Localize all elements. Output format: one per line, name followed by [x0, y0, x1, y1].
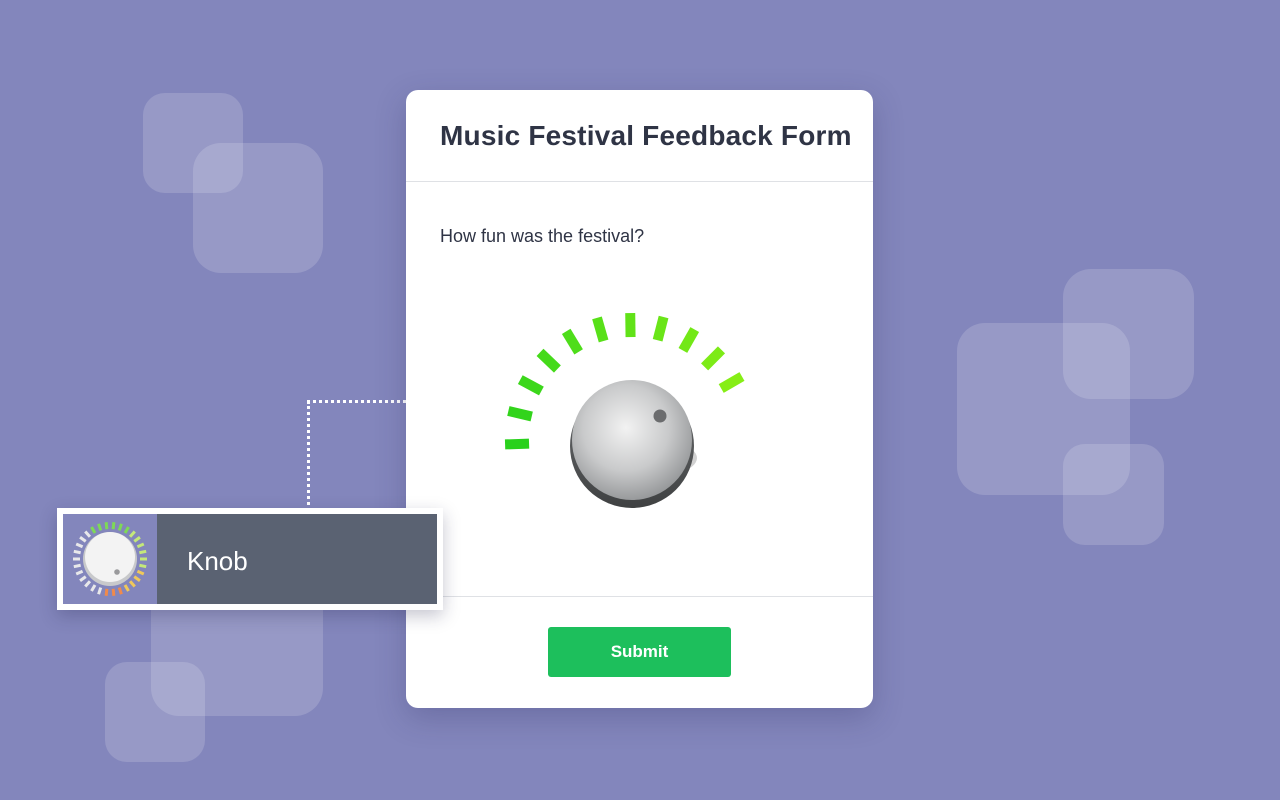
mini-knob-tick: [75, 569, 84, 576]
mini-knob-tick: [139, 563, 147, 569]
knob-tick: [504, 438, 530, 450]
mini-knob-tick: [136, 569, 145, 576]
mini-knob-tick: [75, 542, 84, 549]
knob-tick: [652, 315, 669, 342]
mini-knob-tick: [84, 530, 92, 538]
mini-knob-tick: [123, 584, 130, 592]
background-tile: [193, 143, 323, 273]
knob-tick: [561, 328, 583, 355]
mini-knob-tick: [111, 522, 116, 530]
widget-tag-label-box: Knob: [157, 514, 437, 604]
mini-knob-cap: [85, 532, 135, 582]
knob-graphic[interactable]: [481, 295, 781, 535]
mini-knob-tick: [79, 575, 87, 582]
mini-knob-tick: [79, 536, 87, 543]
mini-knob-tick: [104, 522, 109, 530]
mini-knob-tick: [97, 523, 103, 531]
mini-knob-tick: [128, 530, 136, 538]
mini-knob-tick: [133, 536, 141, 543]
mini-knob-tick: [139, 549, 147, 555]
knob-tick: [701, 346, 726, 371]
knob-icon: [63, 514, 157, 604]
connector-line: [307, 401, 310, 511]
form-title: Music Festival Feedback Form: [440, 120, 852, 151]
background-tile: [105, 662, 205, 762]
mini-knob-tick: [90, 584, 97, 592]
knob-tick: [536, 348, 561, 373]
mini-knob-tick: [123, 526, 130, 534]
knob-tick: [678, 327, 700, 353]
submit-button[interactable]: Submit: [548, 627, 731, 677]
form-footer: Submit: [406, 596, 873, 709]
mini-knob-tick: [73, 549, 81, 555]
mini-knob-dot: [114, 569, 120, 575]
mini-knob-tick: [136, 542, 145, 549]
widget-tag: Knob: [57, 508, 443, 610]
knob-tick: [507, 406, 533, 422]
mini-knob-tick: [90, 526, 97, 534]
mini-knob-tick: [73, 563, 81, 569]
mini-knob-tick: [117, 587, 123, 595]
mini-knob-tick: [111, 588, 116, 596]
mini-knob-tick: [97, 587, 103, 595]
knob-tick: [592, 316, 609, 343]
mini-knob-tick: [128, 580, 136, 588]
knob-control[interactable]: [481, 295, 781, 535]
connector-line: [307, 400, 406, 403]
form-header: Music Festival Feedback Form: [406, 90, 873, 182]
mini-knob-tick: [133, 575, 141, 582]
form-card: Music Festival Feedback Form How fun was…: [406, 90, 873, 708]
knob-cap: [572, 380, 692, 500]
knob-indicator-dot: [653, 409, 667, 423]
knob-tick: [718, 372, 745, 393]
mini-knob-tick: [84, 580, 92, 588]
knob-tick: [517, 375, 544, 396]
mini-knob-tick: [104, 588, 109, 596]
widget-tag-label: Knob: [187, 546, 248, 576]
mini-knob-tick: [117, 523, 123, 531]
background-tile: [1063, 444, 1164, 545]
question-label: How fun was the festival?: [440, 226, 645, 246]
